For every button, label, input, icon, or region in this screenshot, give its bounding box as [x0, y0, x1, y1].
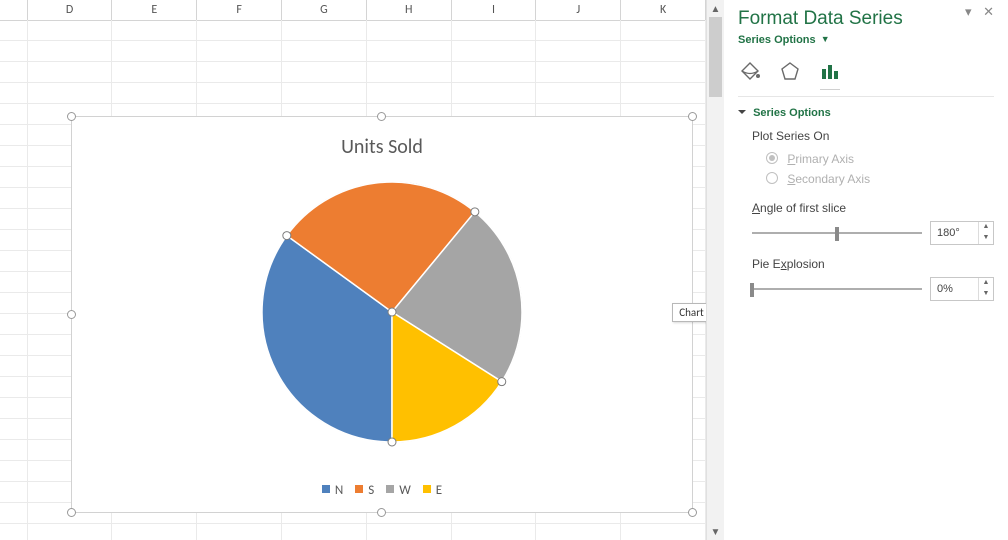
resize-handle-w[interactable]: [67, 310, 76, 319]
pane-dropdown[interactable]: Series Options ▼: [724, 34, 1008, 56]
angle-value: 180°: [931, 222, 978, 244]
slider-thumb[interactable]: [750, 283, 754, 297]
pane-icon-tabs: [724, 56, 1008, 90]
resize-handle-nw[interactable]: [67, 112, 76, 121]
angle-slider[interactable]: [752, 232, 922, 234]
col-header-h[interactable]: H: [367, 0, 452, 20]
secondary-axis-radio: Secondary Axis: [752, 169, 994, 189]
resize-handle-se[interactable]: [688, 508, 697, 517]
legend-swatch: [355, 485, 363, 493]
angle-label: Angle of first slice: [752, 201, 994, 215]
col-header-k[interactable]: K: [621, 0, 706, 20]
pane-close-icon[interactable]: ✕: [983, 4, 996, 19]
format-data-series-pane: Format Data Series ▾ ✕ Series Options ▼: [724, 0, 1008, 540]
col-header-partial[interactable]: [0, 0, 28, 20]
vertical-scrollbar[interactable]: ▲ ▼: [706, 0, 725, 540]
legend-label: N: [335, 483, 343, 498]
effects-tab[interactable]: [778, 60, 802, 82]
explosion-slider[interactable]: [752, 288, 922, 290]
primary-axis-label-tail: rimary Axis: [795, 152, 854, 166]
secondary-axis-label-tail: econdary Axis: [795, 172, 870, 186]
legend-label: E: [436, 483, 442, 498]
chart-legend[interactable]: NSWE: [72, 483, 692, 498]
slider-thumb[interactable]: [835, 227, 839, 241]
chart-area[interactable]: Units Sold NSWE Chart Area: [71, 116, 693, 513]
col-header-i[interactable]: I: [452, 0, 537, 20]
chevron-down-icon: ▼: [821, 34, 830, 44]
radio-icon: [766, 172, 778, 184]
resize-handle-ne[interactable]: [688, 112, 697, 121]
spinner[interactable]: ▲▼: [978, 278, 993, 300]
scroll-thumb[interactable]: [709, 17, 722, 97]
col-header-g[interactable]: G: [282, 0, 367, 20]
primary-axis-radio: Primary Axis: [752, 149, 994, 169]
col-header-e[interactable]: E: [112, 0, 197, 20]
section-title: Series Options: [753, 107, 831, 119]
pane-divider: [738, 96, 994, 97]
legend-swatch: [386, 485, 394, 493]
explosion-value: 0%: [931, 278, 978, 300]
col-header-j[interactable]: J: [536, 0, 621, 20]
fill-line-tab[interactable]: [738, 60, 762, 82]
legend-swatch: [423, 485, 431, 493]
pane-title: Format Data Series: [738, 8, 903, 29]
pie-chart[interactable]: [257, 177, 527, 447]
scroll-up-arrow-icon[interactable]: ▲: [707, 0, 724, 17]
col-header-d[interactable]: D: [28, 0, 113, 20]
legend-label: S: [368, 483, 374, 498]
angle-input[interactable]: 180° ▲▼: [930, 221, 994, 245]
explosion-input[interactable]: 0% ▲▼: [930, 277, 994, 301]
resize-handle-n[interactable]: [377, 112, 386, 121]
legend-swatch: [322, 485, 330, 493]
plot-series-on-label: Plot Series On: [752, 129, 994, 143]
legend-label: W: [399, 483, 411, 498]
column-headers: D E F G H I J K: [0, 0, 706, 21]
pane-menu-icon[interactable]: ▾: [965, 4, 974, 19]
resize-handle-s[interactable]: [377, 508, 386, 517]
resize-handle-sw[interactable]: [67, 508, 76, 517]
scroll-down-arrow-icon[interactable]: ▼: [707, 523, 724, 540]
radio-icon: [766, 152, 778, 164]
spreadsheet-grid[interactable]: D E F G H I J K Units Sold NSWE Chart Ar…: [0, 0, 706, 540]
spinner[interactable]: ▲▼: [978, 222, 993, 244]
explosion-label: Pie Explosion: [752, 257, 994, 271]
series-options-tab[interactable]: [818, 60, 842, 82]
pane-dropdown-label: Series Options: [738, 34, 816, 46]
pane-close-controls: ▾ ✕: [965, 4, 996, 20]
series-options-section-header[interactable]: Series Options: [724, 99, 1008, 125]
collapse-triangle-icon: [738, 110, 746, 114]
chart-title[interactable]: Units Sold: [72, 135, 692, 159]
col-header-f[interactable]: F: [197, 0, 282, 20]
